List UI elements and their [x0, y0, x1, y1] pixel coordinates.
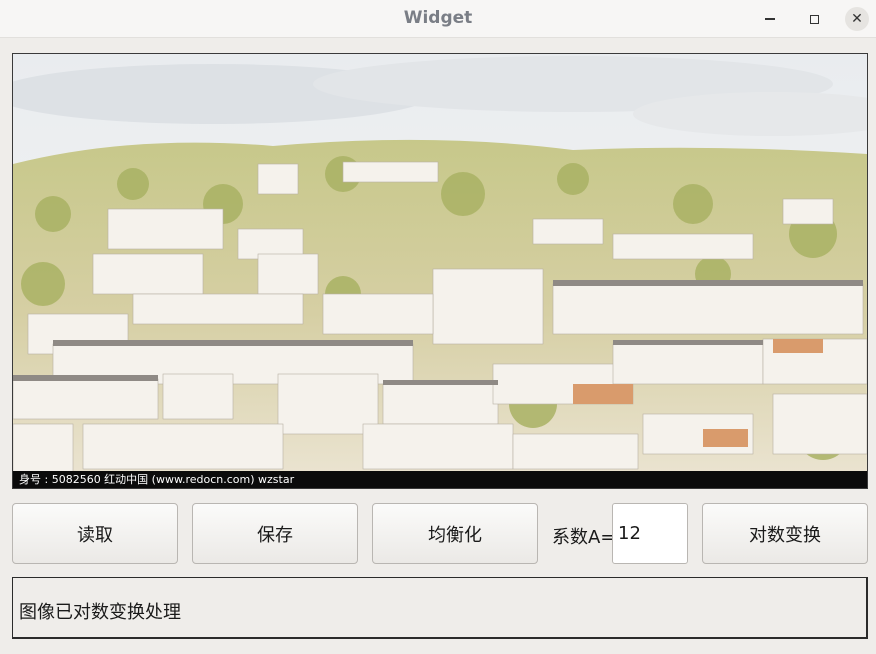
close-button[interactable]: ✕ — [845, 7, 869, 31]
hillside-town-image: 身号 : 5082560 红动中国 (www.redocn.com) wzsta… — [13, 54, 867, 488]
equalize-button[interactable]: 均衡化 — [372, 503, 538, 564]
coefficient-input[interactable] — [612, 503, 688, 564]
save-button[interactable]: 保存 — [192, 503, 358, 564]
status-text: 图像已对数变换处理 — [12, 577, 868, 639]
log-transform-button[interactable]: 对数变换 — [702, 503, 868, 564]
window-title: Widget — [403, 8, 473, 28]
maximize-button[interactable] — [802, 7, 826, 31]
maximize-icon — [809, 14, 819, 24]
image-display: 身号 : 5082560 红动中国 (www.redocn.com) wzsta… — [12, 53, 868, 489]
image-watermark: 身号 : 5082560 红动中国 (www.redocn.com) wzsta… — [19, 472, 295, 486]
close-icon: ✕ — [851, 11, 863, 27]
title-bar: Widget ✕ — [0, 0, 876, 38]
minimize-button[interactable] — [758, 7, 782, 31]
minimize-icon — [765, 18, 775, 20]
read-button[interactable]: 读取 — [12, 503, 178, 564]
coefficient-label: 系数A= — [552, 527, 616, 548]
